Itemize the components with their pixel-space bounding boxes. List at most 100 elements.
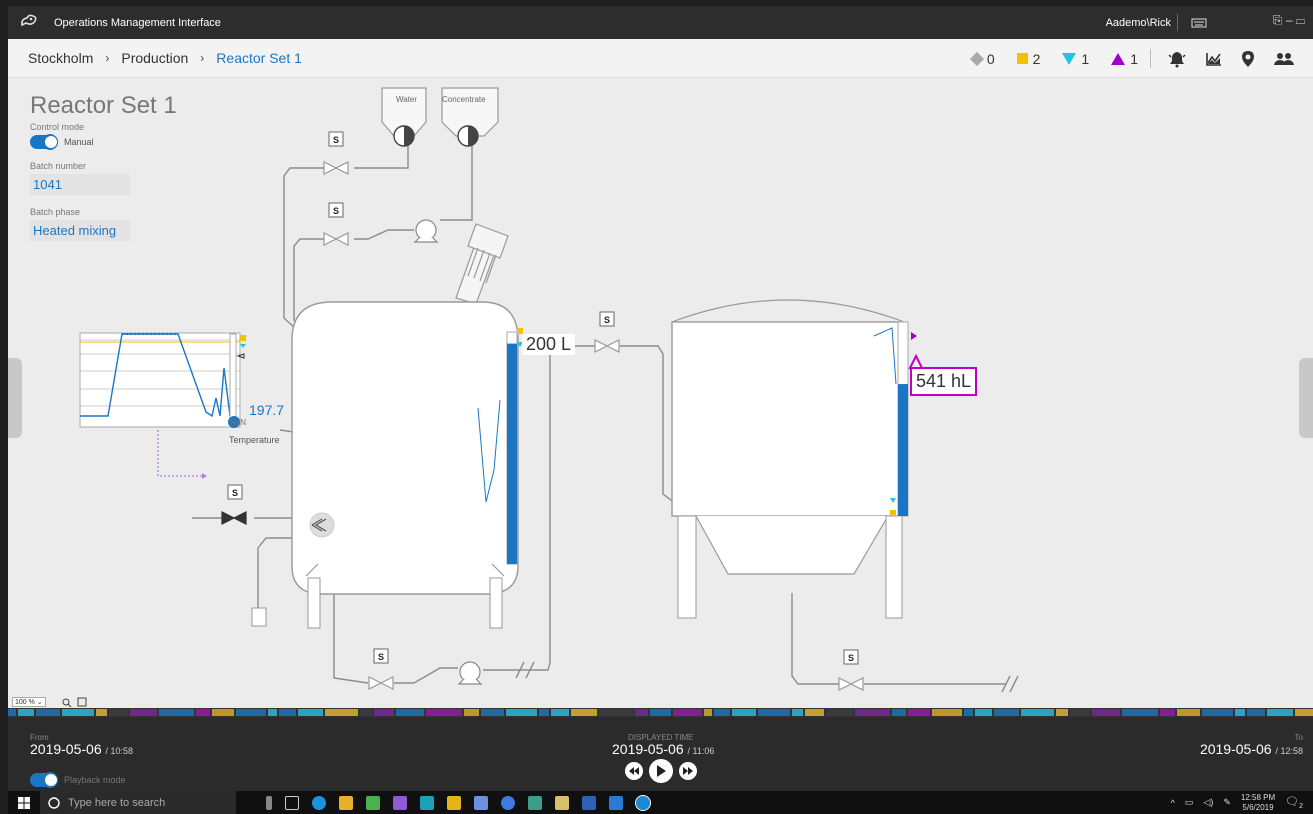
timeline-segment — [159, 709, 194, 716]
nav-tools — [1167, 39, 1295, 78]
from-datetime[interactable]: 2019-05-06 / 10:58 — [30, 741, 133, 757]
triangle-down-icon — [1062, 52, 1077, 65]
heater-valve-icon — [221, 511, 247, 525]
to-datetime[interactable]: 2019-05-06 / 12:58 — [1200, 741, 1303, 757]
app-icon[interactable] — [609, 795, 623, 810]
status-count-triangle-up-value: 1 — [1130, 50, 1138, 67]
timeline-segment — [426, 709, 462, 716]
keyboard-icon[interactable] — [1191, 16, 1207, 28]
status-count-triangle-up[interactable]: 1 — [1111, 51, 1138, 67]
timeline-segment — [481, 709, 504, 716]
pen-icon[interactable]: ✎ — [1223, 797, 1231, 808]
valve-s-label: S — [848, 653, 854, 663]
timeline-segment — [892, 709, 906, 716]
chevron-right-icon: › — [105, 51, 110, 65]
system-clock[interactable]: 12:58 PM 5/6/2019 — [1241, 793, 1275, 813]
window-controls[interactable]: ⎘ – ▭ — [1273, 13, 1305, 28]
playback-mode-toggle[interactable] — [30, 772, 58, 788]
timeline-segment — [1295, 709, 1313, 716]
title-separator — [1177, 14, 1178, 31]
play-icon — [657, 765, 666, 777]
users-icon[interactable] — [1273, 51, 1295, 67]
microphone-icon[interactable] — [266, 795, 272, 810]
rewind-button[interactable] — [625, 762, 643, 780]
taskbar-search[interactable]: Type here to search — [40, 791, 236, 814]
timeline-segment — [236, 709, 266, 716]
zoom-select[interactable]: 100 % ⌄ — [12, 697, 46, 707]
timeline-segment — [650, 709, 671, 716]
task-view-icon[interactable] — [285, 795, 299, 810]
window-title: Operations Management Interface — [54, 16, 221, 29]
status-count-triangle-down[interactable]: 1 — [1062, 51, 1089, 67]
timeline-segment — [1122, 709, 1158, 716]
control-mode-label: Control mode — [30, 122, 85, 132]
tank2-level-readout[interactable]: 541 hL — [910, 367, 978, 396]
app-icon[interactable] — [447, 795, 461, 810]
app-icon[interactable] — [635, 794, 651, 811]
fast-forward-icon — [683, 767, 693, 775]
breadcrumb-production[interactable]: Production — [121, 50, 188, 66]
timeline-segment — [758, 709, 790, 716]
timeline-segment — [464, 709, 479, 716]
status-count-square-value: 2 — [1032, 50, 1041, 67]
valve-s-label: S — [333, 135, 339, 145]
app-icon[interactable] — [420, 795, 434, 810]
timeline-segment — [212, 709, 234, 716]
system-tray: ^ ▭ ◁) ✎ 12:58 PM 5/6/2019 🗨2 — [1171, 791, 1303, 814]
timeline-segment — [1235, 709, 1245, 716]
trend-chart-icon[interactable] — [1205, 51, 1223, 67]
visual-studio-icon[interactable] — [393, 795, 407, 810]
powershell-icon[interactable] — [582, 795, 596, 810]
process-canvas[interactable]: S S S S S S Reactor Set 1 Control mode M… — [8, 78, 1313, 708]
app-icon[interactable] — [555, 795, 569, 810]
timeline-segment — [506, 709, 537, 716]
timeline-segment — [196, 709, 210, 716]
square-icon — [1016, 53, 1028, 64]
volume-icon[interactable]: ◁) — [1203, 797, 1213, 808]
valve-s-label: S — [232, 488, 238, 498]
app-icon[interactable] — [474, 795, 488, 810]
current-user[interactable]: Aademo\Rick — [1106, 17, 1171, 29]
edge-browser-icon[interactable] — [312, 795, 326, 810]
timeline-segment — [964, 709, 973, 716]
rewind-icon — [629, 767, 639, 775]
network-icon[interactable]: ▭ — [1185, 797, 1194, 808]
heater-coil-icon — [309, 512, 335, 538]
playback-bar: From 2019-05-06 / 10:58 DISPLAYED TIME 2… — [8, 717, 1313, 791]
taskbar-apps — [266, 794, 651, 811]
playback-mode-label: Playback mode — [64, 775, 126, 785]
timeline-segment — [932, 709, 962, 716]
notifications-icon[interactable]: 🗨2 — [1285, 795, 1303, 810]
play-button[interactable] — [649, 759, 673, 783]
start-button[interactable] — [8, 796, 40, 809]
file-explorer-icon[interactable] — [339, 795, 353, 810]
timeline-segment — [18, 709, 34, 716]
timeline-strip[interactable] — [8, 708, 1313, 717]
fast-forward-button[interactable] — [679, 762, 697, 780]
app-icon[interactable] — [366, 795, 380, 810]
alarm-status-counts: 0 2 1 1 — [969, 39, 1138, 78]
timeline-segment — [1056, 709, 1068, 716]
timeline-segment — [1021, 709, 1054, 716]
timeline-segment — [792, 709, 803, 716]
timeline-segment — [109, 709, 128, 716]
location-pin-icon[interactable] — [1241, 50, 1255, 68]
status-count-square[interactable]: 2 — [1016, 50, 1041, 67]
control-mode-toggle[interactable] — [30, 134, 58, 150]
timeline-segment — [599, 709, 633, 716]
app-logo-icon — [20, 13, 42, 32]
chevron-up-icon[interactable]: ^ — [1171, 798, 1175, 808]
app-icon[interactable] — [501, 795, 515, 810]
alarm-bell-icon[interactable] — [1167, 50, 1187, 68]
breadcrumb-reactor-set-1[interactable]: Reactor Set 1 — [216, 50, 302, 66]
timeline-segment — [1267, 709, 1293, 716]
status-count-diamond-value: 0 — [986, 50, 995, 67]
clock-time: 12:58 PM — [1240, 792, 1276, 802]
triangle-up-icon — [1111, 52, 1126, 65]
breadcrumb-stockholm[interactable]: Stockholm — [28, 50, 93, 66]
app-icon[interactable] — [528, 795, 542, 810]
control-mode-value: Manual — [64, 137, 94, 147]
search-placeholder: Type here to search — [68, 796, 166, 809]
tank1-level-readout[interactable]: 200 L — [522, 334, 576, 355]
status-count-diamond[interactable]: 0 — [969, 50, 995, 67]
